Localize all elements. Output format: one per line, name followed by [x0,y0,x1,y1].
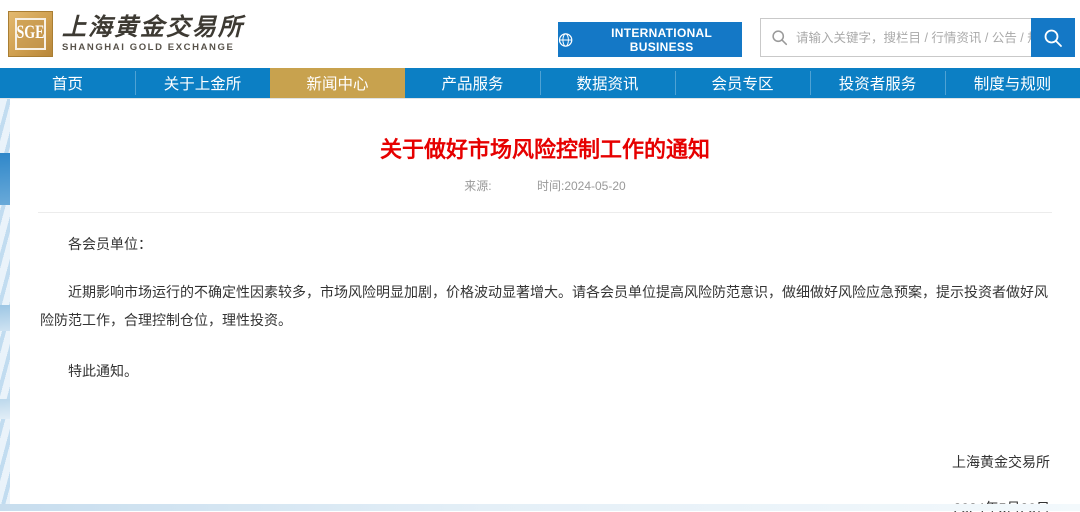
nav-item-news-center[interactable]: 新闻中心 [270,68,405,98]
nav-item-about[interactable]: 关于上金所 [135,68,270,98]
article-paragraph: 近期影响市场运行的不确定性因素较多，市场风险明显加剧，价格波动显著增大。请各会员… [40,278,1050,334]
article-salutation: 各会员单位： [40,234,1050,254]
article-title: 关于做好市场风险控制工作的通知 [10,132,1080,164]
site-header: SGE 上海黄金交易所 SHANGHAI GOLD EXCHANGE INTER… [0,0,1080,68]
article-time-label: 时间:2024-05-20 [537,179,626,193]
article-closing: 特此通知。 [40,361,1050,381]
nav-item-investor-services[interactable]: 投资者服务 [810,68,945,98]
logo-title-english: SHANGHAI GOLD EXCHANGE [62,42,244,53]
article-source-label: 来源: [464,179,491,193]
nav-item-member-zone[interactable]: 会员专区 [675,68,810,98]
logo-title-chinese: 上海黄金交易所 [62,15,244,39]
sge-logo[interactable]: SGE 上海黄金交易所 SHANGHAI GOLD EXCHANGE [8,11,244,57]
sge-logo-inner: SGE [15,18,46,50]
article-meta: 来源: 时间:2024-05-20 [10,177,1080,194]
article-body: 各会员单位： 近期影响市场运行的不确定性因素较多，市场风险明显加剧，价格波动显著… [10,213,1080,512]
nav-item-rules-regulations[interactable]: 制度与规则 [945,68,1080,98]
globe-icon [558,32,573,48]
international-business-label: INTERNATIONAL BUSINESS [581,26,742,54]
nav-item-home[interactable]: 首页 [0,68,135,98]
international-business-button[interactable]: INTERNATIONAL BUSINESS [558,22,742,57]
nav-item-data-information[interactable]: 数据资讯 [540,68,675,98]
search-submit-icon [1043,28,1063,48]
notice-article: 关于做好市场风险控制工作的通知 来源: 时间:2024-05-20 各会员单位：… [10,99,1080,511]
article-signature: 上海黄金交易所 [40,452,1050,472]
footer-band [0,504,1080,511]
page-body: 关于做好市场风险控制工作的通知 来源: 时间:2024-05-20 各会员单位：… [0,99,1080,511]
search-submit-button[interactable] [1031,18,1075,57]
sge-logo-text: 上海黄金交易所 SHANGHAI GOLD EXCHANGE [62,15,244,53]
main-navigation: 首页 关于上金所 新闻中心 产品服务 数据资讯 会员专区 投资者服务 制度与规则 [0,68,1080,99]
nav-item-products-services[interactable]: 产品服务 [405,68,540,98]
search-icon [771,29,788,46]
search-box [760,18,1075,57]
search-input[interactable] [796,31,1031,45]
left-decorative-stripe [0,99,10,511]
sge-monogram: SGE [17,23,45,45]
sge-logo-mark: SGE [8,11,53,57]
